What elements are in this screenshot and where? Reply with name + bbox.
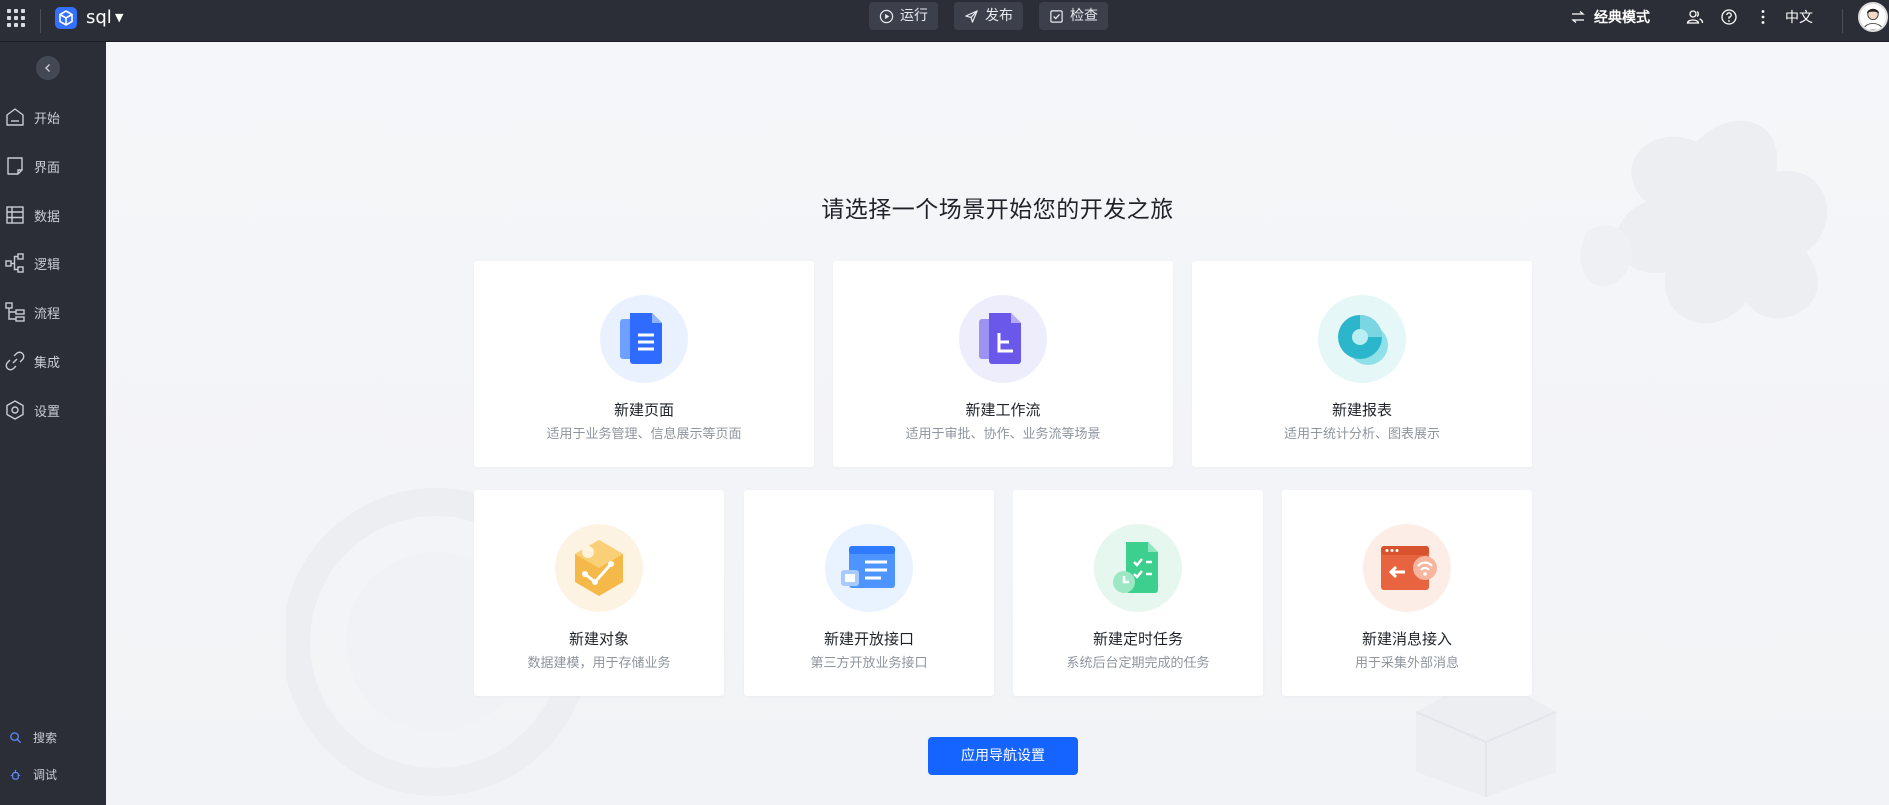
sidebar-item-logic[interactable]: 逻辑: [0, 243, 106, 283]
sidebar-item-label: 逻辑: [34, 257, 61, 273]
sidebar-item-flow[interactable]: 流程: [0, 292, 106, 332]
icon-circle: [825, 524, 913, 612]
run-label: 运行: [900, 8, 928, 24]
card-new-page[interactable]: 新建页面 适用于业务管理、信息展示等页面: [474, 261, 814, 467]
card-new-open-api[interactable]: 新建开放接口 第三方开放业务接口: [744, 490, 994, 696]
sidebar-item-integration[interactable]: 集成: [0, 341, 106, 381]
home-icon: [6, 108, 24, 126]
card-title: 新建报表: [1331, 401, 1392, 419]
app-name[interactable]: sql: [86, 8, 112, 28]
card-new-report[interactable]: 新建报表 适用于统计分析、图表展示: [1192, 261, 1532, 467]
icon-circle: [1318, 295, 1406, 383]
sidebar-item-ui[interactable]: 界面: [0, 146, 106, 186]
debug-icon: [10, 769, 21, 780]
card-new-message-access[interactable]: 新建消息接入 用于采集外部消息: [1282, 490, 1532, 696]
flow-icon: [5, 302, 25, 322]
icon-circle: [1363, 524, 1451, 612]
link-icon: [5, 351, 25, 371]
checkbox-icon: [1050, 9, 1063, 23]
chevron-left-icon: [45, 64, 50, 72]
sidebar-item-start[interactable]: 开始: [0, 97, 106, 137]
divider: [40, 9, 41, 33]
message-inbound-icon: [1381, 546, 1437, 590]
timer-task-icon: [1113, 542, 1158, 593]
sidebar-item-label: 流程: [34, 306, 61, 322]
help-icon[interactable]: [1720, 8, 1738, 26]
sidebar-item-data[interactable]: 数据: [0, 195, 106, 235]
sidebar-item-label: 界面: [34, 160, 61, 176]
sidebar-item-settings[interactable]: 设置: [0, 390, 106, 430]
card-title: 新建工作流: [965, 401, 1041, 419]
card-description: 适用于统计分析、图表展示: [1283, 427, 1440, 442]
app-grid-icon[interactable]: [7, 9, 25, 27]
object-cube-icon: [575, 540, 623, 596]
divider: [1842, 9, 1843, 33]
icon-circle: [959, 295, 1047, 383]
sidebar-item-label: 集成: [34, 355, 61, 371]
sidebar-item-label: 设置: [34, 404, 61, 420]
card-title: 新建对象: [568, 630, 629, 648]
card-description: 数据建模，用于存储业务: [527, 656, 671, 671]
logic-icon: [5, 253, 24, 273]
sidebar-item-search[interactable]: 搜索: [0, 725, 106, 749]
run-button[interactable]: 运行: [869, 2, 938, 30]
top-bar: sql ▼ 运行 发布 检查 经典模式 中文: [0, 0, 1889, 42]
card-description: 用于采集外部消息: [1354, 656, 1459, 671]
sidebar: 开始 界面 数据 逻辑 流程 集成 设置 搜索 调试: [0, 42, 106, 805]
sidebar-item-label: 调试: [33, 767, 58, 782]
app-navigation-settings-button[interactable]: 应用导航设置: [928, 737, 1078, 775]
card-new-object[interactable]: 新建对象 数据建模，用于存储业务: [474, 490, 724, 696]
sidebar-item-label: 数据: [34, 209, 61, 225]
api-window-icon: [841, 546, 895, 588]
main-content: 请选择一个场景开始您的开发之旅 新建页面 适用于业务管理、信息展示等页面 新建工…: [106, 42, 1889, 805]
table-icon: [6, 206, 24, 224]
card-description: 第三方开放业务接口: [810, 656, 928, 671]
mode-label: 经典模式: [1594, 10, 1650, 26]
language-switch[interactable]: 中文: [1785, 0, 1813, 34]
caret-down-icon[interactable]: ▼: [115, 8, 123, 28]
card-description: 适用于业务管理、信息展示等页面: [546, 427, 742, 442]
page-title: 请选择一个场景开始您的开发之旅: [821, 197, 1174, 223]
sidebar-item-label: 开始: [34, 111, 61, 127]
card-new-scheduled-task[interactable]: 新建定时任务 系统后台定期完成的任务: [1013, 490, 1263, 696]
card-new-workflow[interactable]: 新建工作流 适用于审批、协作、业务流等场景: [833, 261, 1173, 467]
sidebar-item-label: 搜索: [33, 730, 58, 745]
publish-button[interactable]: 发布: [954, 2, 1023, 30]
swap-icon: [1571, 11, 1585, 23]
publish-label: 发布: [985, 8, 1013, 24]
card-description: 系统后台定期完成的任务: [1066, 656, 1210, 671]
check-button[interactable]: 检查: [1039, 2, 1108, 30]
page-icon: [7, 157, 23, 175]
users-icon[interactable]: [1686, 8, 1704, 26]
card-description: 适用于审批、协作、业务流等场景: [905, 427, 1101, 442]
check-label: 检查: [1070, 8, 1098, 24]
send-icon: [965, 9, 978, 23]
card-title: 新建开放接口: [823, 630, 914, 648]
workflow-doc-icon: [979, 313, 1021, 364]
card-title: 新建定时任务: [1092, 630, 1183, 648]
icon-circle: [1094, 524, 1182, 612]
search-icon: [10, 731, 22, 743]
play-circle-icon: [879, 9, 894, 23]
icon-circle: [555, 524, 643, 612]
avatar[interactable]: [1858, 2, 1888, 32]
pie-chart-icon: [1338, 315, 1388, 365]
card-title: 新建页面: [613, 401, 674, 419]
page-doc-icon: [620, 313, 662, 364]
settings-icon: [6, 400, 24, 420]
card-title: 新建消息接入: [1361, 630, 1452, 648]
icon-circle: [600, 295, 688, 383]
app-logo-icon: [55, 7, 77, 29]
collapse-sidebar-button[interactable]: [36, 56, 60, 80]
more-vertical-icon[interactable]: [1754, 8, 1772, 26]
mode-switch-button[interactable]: 经典模式: [1570, 0, 1650, 34]
sidebar-item-debug[interactable]: 调试: [0, 762, 106, 786]
language-label: 中文: [1785, 10, 1813, 26]
